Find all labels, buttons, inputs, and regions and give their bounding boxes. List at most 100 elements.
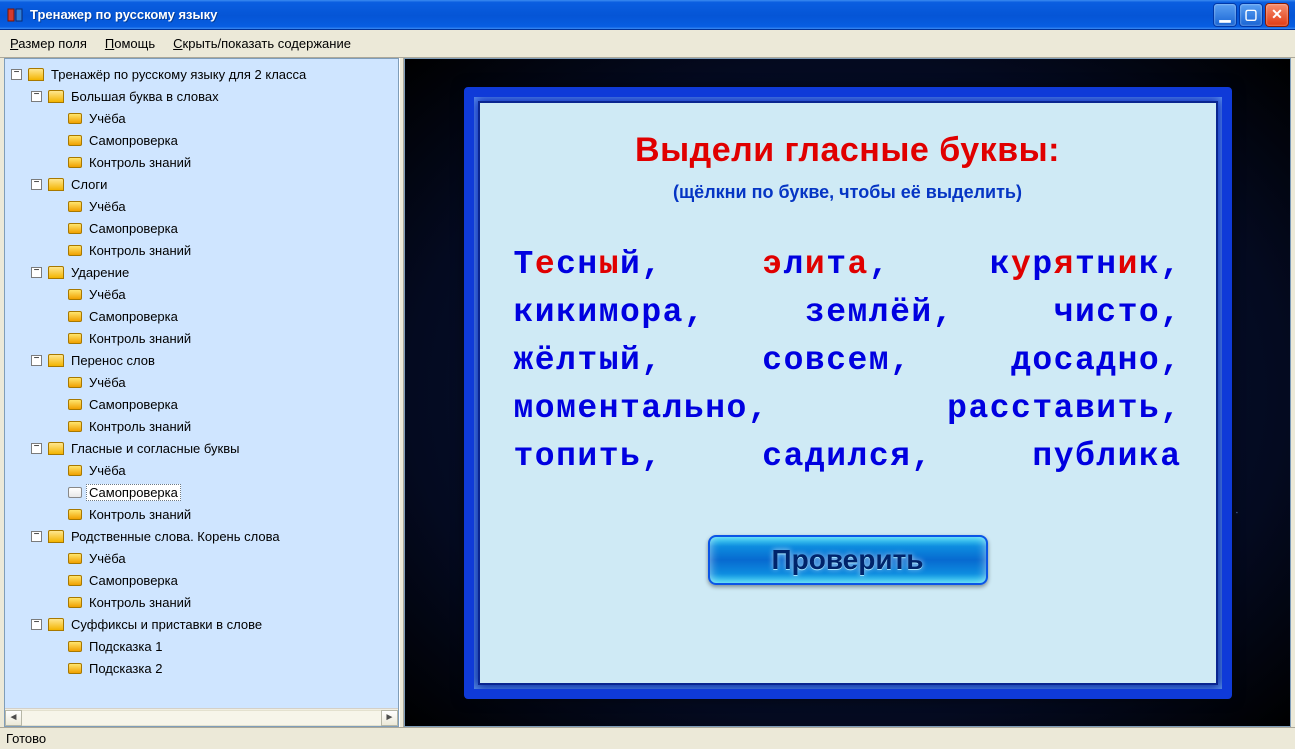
tree-leaf[interactable]: Самопроверка [51,129,398,151]
word-letter[interactable]: Т [514,246,535,283]
tree-leaf-label: Самопроверка [86,308,181,325]
toc-panel: Тренажёр по русскому языку для 2 класса Б… [4,58,399,727]
page-icon [68,597,82,608]
status-text: Готово [6,731,46,746]
tree-leaf[interactable]: Самопроверка [51,569,398,591]
toc-scroll[interactable]: Тренажёр по русскому языку для 2 класса Б… [5,59,398,708]
word-letter[interactable]: к [990,246,1011,283]
word-letter[interactable]: чисто [1054,294,1161,331]
tree-chapter[interactable]: Гласные и согласные буквы [31,437,398,459]
word-letter[interactable]: и [1118,246,1139,283]
tree-chapter[interactable]: Перенос слов [31,349,398,371]
scroll-right-icon[interactable]: ► [381,710,398,726]
collapse-icon[interactable] [31,531,42,542]
page-icon [68,113,82,124]
tree-leaf[interactable]: Учёба [51,283,398,305]
tree-leaf[interactable]: Учёба [51,107,398,129]
word-letter[interactable]: а [848,246,869,283]
tree-chapter[interactable]: Слоги [31,173,398,195]
tree-chapter[interactable]: Суффиксы и приставки в слове [31,613,398,635]
tree-leaf[interactable]: Контроль знаний [51,151,398,173]
tree-leaf[interactable]: Самопроверка [51,393,398,415]
page-icon [68,487,82,498]
word-letter[interactable]: кикимора [514,294,684,331]
word-letter[interactable]: й [620,246,641,283]
tree-leaf-label: Самопроверка [86,132,181,149]
word-letter[interactable]: топить [514,438,642,475]
close-button[interactable] [1265,3,1289,27]
tree-leaf-label: Самопроверка [86,396,181,413]
tree-leaf-label: Контроль знаний [86,242,194,259]
tree-leaf[interactable]: Учёба [51,547,398,569]
word-letter[interactable]: досадно [1011,342,1160,379]
word-letter[interactable]: землёй [805,294,933,331]
word-letter[interactable]: совсем [762,342,890,379]
tree-leaf[interactable]: Самопроверка [51,305,398,327]
page-icon [68,553,82,564]
word-letter[interactable]: публика [1032,438,1181,475]
word-letter[interactable]: моментально [514,390,748,427]
menu-field-size[interactable]: Размер поля [10,36,87,51]
scroll-left-icon[interactable]: ◄ [5,710,22,726]
tree-leaf[interactable]: Учёба [51,371,398,393]
toc-hscrollbar[interactable]: ◄ ► [5,708,398,726]
tree-leaf[interactable]: Учёба [51,195,398,217]
tree-leaf-label: Самопроверка [86,484,181,501]
tree-chapter-label: Перенос слов [68,352,158,369]
tree-leaf[interactable]: Подсказка 2 [51,657,398,679]
folder-icon [48,618,64,631]
tree-leaf-label: Контроль знаний [86,154,194,171]
tree-leaf[interactable]: Самопроверка [51,217,398,239]
word-letter[interactable]: расставить [947,390,1160,427]
collapse-icon[interactable] [31,179,42,190]
window-title: Тренажер по русскому языку [30,7,217,22]
tree-leaf[interactable]: Контроль знаний [51,503,398,525]
minimize-button[interactable] [1213,3,1237,27]
menu-help[interactable]: Помощь [105,36,155,51]
tree-chapter[interactable]: Большая буква в словах [31,85,398,107]
menu-toggle-toc[interactable]: Скрыть/показать содержание [173,36,351,51]
word-letter[interactable]: сн [556,246,599,283]
tree-chapter[interactable]: Ударение [31,261,398,283]
tree-leaf[interactable]: Учёба [51,459,398,481]
check-button[interactable]: Проверить [708,535,988,585]
tree-root[interactable]: Тренажёр по русскому языку для 2 класса [11,63,398,85]
word-letter[interactable]: к [1139,246,1160,283]
collapse-icon[interactable] [31,355,42,366]
tree-leaf[interactable]: Контроль знаний [51,239,398,261]
collapse-icon[interactable] [31,443,42,454]
tree-leaf[interactable]: Подсказка 1 [51,635,398,657]
tree-leaf[interactable]: Контроль знаний [51,591,398,613]
word-letter[interactable]: жёлтый [514,342,642,379]
folder-icon [48,90,64,103]
maximize-button[interactable] [1239,3,1263,27]
word-letter[interactable]: т [826,246,847,283]
status-bar: Готово [0,727,1295,749]
word-letter[interactable]: л [784,246,805,283]
collapse-icon[interactable] [11,69,22,80]
menu-bar: Размер поля Помощь Скрыть/показать содер… [0,30,1295,58]
page-icon [68,333,82,344]
tree-leaf-label: Подсказка 1 [86,638,165,655]
tree-leaf[interactable]: Контроль знаний [51,327,398,349]
window-titlebar: Тренажер по русскому языку [0,0,1295,30]
tree-chapter[interactable]: Родственные слова. Корень слова [31,525,398,547]
word-letter[interactable]: е [535,246,556,283]
page-icon [68,509,82,520]
collapse-icon[interactable] [31,619,42,630]
word-letter[interactable]: р [1032,246,1053,283]
tree-leaf[interactable]: Контроль знаний [51,415,398,437]
word-letter[interactable]: садился [762,438,911,475]
tree-root-label: Тренажёр по русскому языку для 2 класса [48,66,309,83]
tree-leaf[interactable]: Самопроверка [51,481,398,503]
word-letter[interactable]: я [1054,246,1075,283]
exercise-words[interactable]: Тесный, элита, курятник, кикимора, землё… [514,241,1182,481]
page-icon [68,223,82,234]
word-letter[interactable]: э [762,246,783,283]
collapse-icon[interactable] [31,267,42,278]
word-letter[interactable]: у [1011,246,1032,283]
word-letter[interactable]: и [805,246,826,283]
collapse-icon[interactable] [31,91,42,102]
word-letter[interactable]: тн [1075,246,1118,283]
word-letter[interactable]: ы [599,246,620,283]
